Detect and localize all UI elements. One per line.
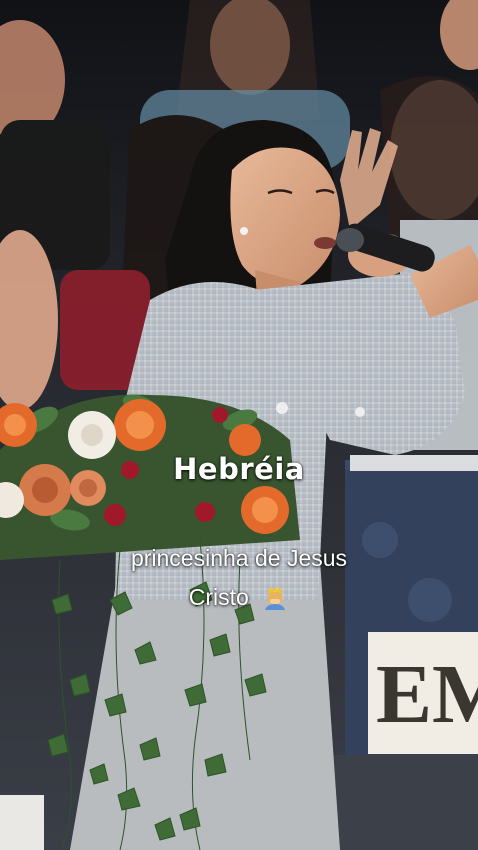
- white-box: [0, 795, 44, 850]
- stage-sign-text: EM: [376, 648, 478, 741]
- photo-scene: EM: [0, 0, 478, 850]
- caption-line-1: princesinha de Jesus: [130, 545, 348, 571]
- video-frame: EM Hebréia princesinha de Jesus Cristo: [0, 0, 478, 850]
- caption-line-2-text: Cristo: [188, 584, 249, 610]
- stage-pulpit: EM: [330, 455, 478, 850]
- caption-title: Hebréia: [173, 452, 305, 486]
- caption-line-2: Cristo: [0, 584, 478, 611]
- woman-with-crown-emoji-icon: [265, 586, 286, 610]
